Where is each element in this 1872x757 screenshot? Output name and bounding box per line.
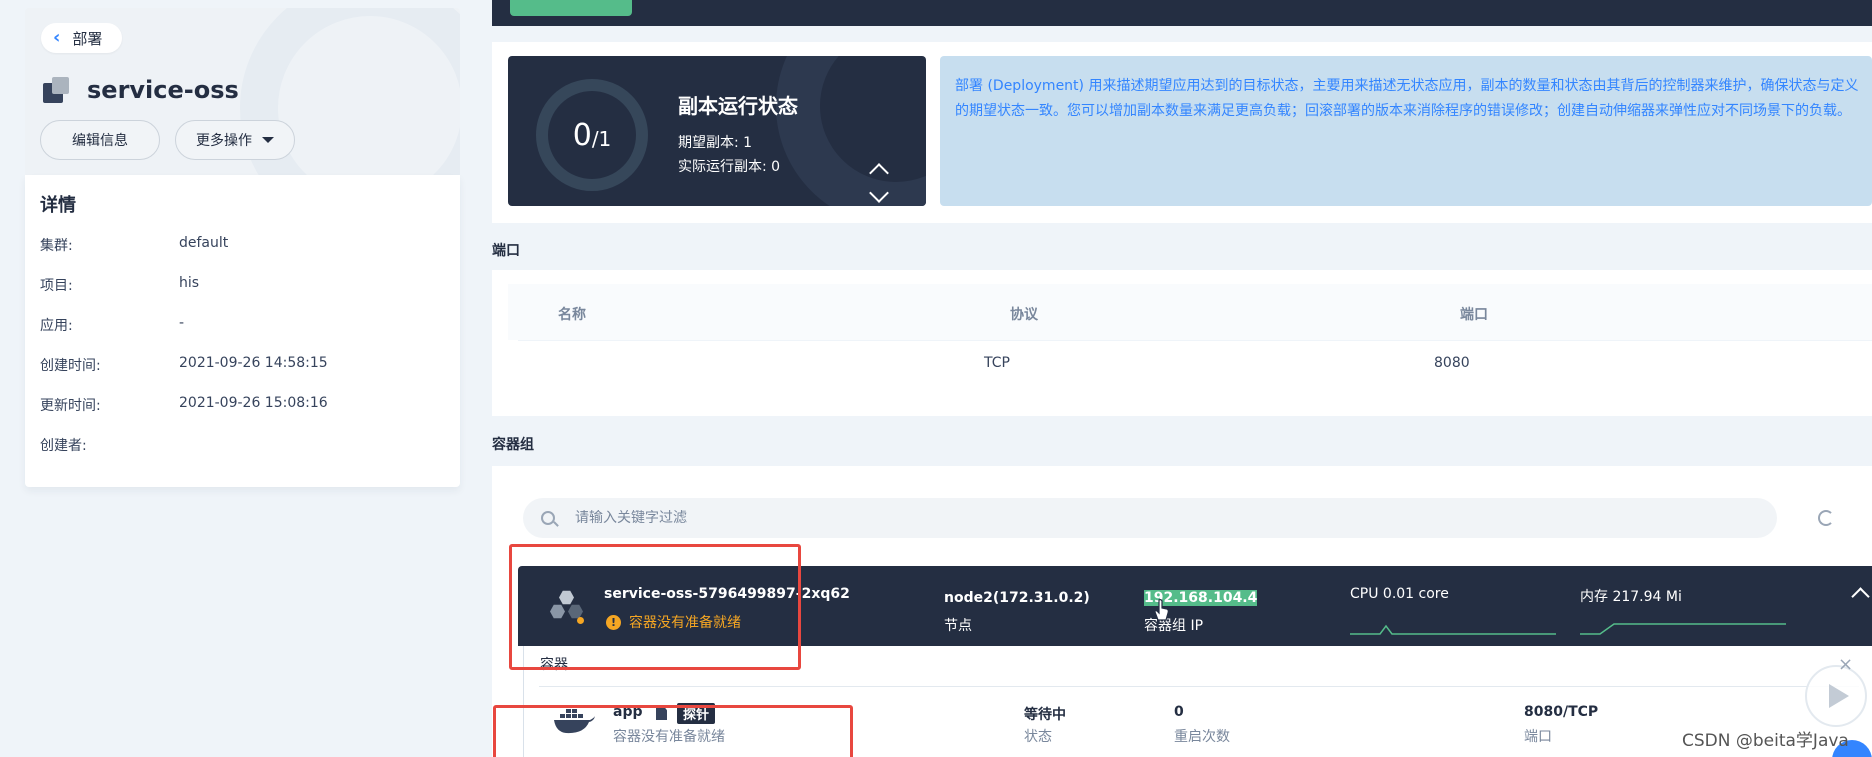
more-actions-button[interactable]: 更多操作 [175, 120, 295, 160]
cpu-sparkline [1350, 624, 1556, 635]
detail-value: - [179, 315, 185, 331]
table-row: TCP 8080 [518, 340, 1872, 386]
detail-row-updated: 更新时间: 2021-09-26 15:08:16 [40, 395, 328, 415]
tab-resource-status[interactable] [510, 0, 632, 16]
divider [539, 686, 1859, 687]
close-icon[interactable]: × [1838, 654, 1853, 675]
edit-info-button[interactable]: 编辑信息 [40, 120, 160, 160]
replica-current: 0 [572, 117, 592, 153]
detail-key: 创建时间: [40, 358, 101, 374]
container-port: 8080/TCP [1524, 704, 1599, 720]
pod-cpu: CPU 0.01 core [1350, 586, 1449, 602]
pod-ip-label: 容器组 IP [1144, 618, 1204, 634]
pod-memory: 内存 217.94 Mi [1580, 589, 1682, 605]
detail-row-creator: 创建者: [40, 435, 179, 455]
edit-info-label: 编辑信息 [72, 133, 128, 149]
details-title: 详情 [40, 195, 76, 216]
back-to-deployments-button[interactable]: ‹ 部署 [41, 23, 123, 53]
back-label: 部署 [72, 29, 103, 48]
pod-search-bar[interactable] [523, 498, 1777, 538]
ports-section: 名称 协议 端口 TCP 8080 [492, 270, 1872, 416]
chevron-up-icon[interactable] [1851, 587, 1870, 606]
container-restarts-label: 重启次数 [1174, 729, 1230, 745]
col-header-port: 端口 [1460, 307, 1488, 323]
pod-node-label: 节点 [944, 618, 972, 634]
col-header-name: 名称 [558, 307, 586, 323]
detail-value: his [179, 275, 200, 291]
deployment-header-card: ‹ 部署 service-oss 编辑信息 更多操作 [25, 8, 460, 175]
deployment-info-box: 部署 (Deployment) 用来描述期望应用达到的目标状态，主要用来描述无状… [940, 56, 1872, 206]
container-restarts: 0 [1174, 704, 1184, 720]
pod-search-input[interactable] [575, 510, 1375, 526]
more-actions-label: 更多操作 [196, 133, 252, 149]
detail-row-created: 创建时间: 2021-09-26 14:58:15 [40, 355, 328, 375]
container-state: 等待中 [1024, 707, 1066, 723]
replica-status-card: 0 /1 副本运行状态 期望副本: 1 实际运行副本: 0 [508, 56, 926, 206]
decorative-circle [776, 56, 926, 206]
pod-node: node2(172.31.0.2) [944, 590, 1090, 606]
refresh-icon[interactable] [1818, 510, 1834, 526]
detail-value: 2021-09-26 14:58:15 [179, 355, 328, 371]
ports-section-title: 端口 [492, 243, 520, 259]
status-section: 0 /1 副本运行状态 期望副本: 1 实际运行副本: 0 部署 (Deploy… [492, 42, 1872, 223]
detail-row-project: 项目: his [40, 275, 199, 295]
video-play-button[interactable] [1805, 665, 1867, 727]
details-card: 详情 集群: default 项目: his 应用: - 创建时间: 2021-… [25, 175, 460, 487]
container-state-label: 状态 [1024, 729, 1052, 745]
hand-cursor-icon [1154, 599, 1169, 621]
detail-key: 项目: [40, 278, 73, 294]
detail-key: 创建者: [40, 438, 87, 454]
annotation-box-container [493, 705, 853, 757]
port-number: 8080 [1434, 355, 1470, 371]
annotation-box-pod [509, 544, 801, 670]
search-icon [541, 511, 555, 525]
detail-row-cluster: 集群: default [40, 235, 228, 255]
desired-replicas: 期望副本: 1 [678, 135, 753, 151]
ports-table-header: 名称 协议 端口 [508, 284, 1872, 340]
tab-bar [492, 0, 1872, 26]
page-title: service-oss [43, 76, 239, 104]
pods-section-title: 容器组 [492, 437, 534, 453]
caret-down-icon [262, 137, 274, 143]
replica-ring: 0 /1 [536, 79, 648, 191]
detail-key: 应用: [40, 318, 73, 334]
port-protocol: TCP [984, 355, 1010, 371]
actual-replicas: 实际运行副本: 0 [678, 159, 781, 175]
detail-key: 集群: [40, 238, 73, 254]
detail-row-app: 应用: - [40, 315, 184, 335]
replica-total: /1 [591, 127, 612, 151]
watermark: CSDN @beita学Java [1682, 731, 1849, 751]
memory-sparkline [1580, 623, 1786, 635]
chevron-left-icon: ‹ [53, 27, 61, 48]
replica-status-title: 副本运行状态 [678, 94, 798, 118]
detail-value: 2021-09-26 15:08:16 [179, 395, 328, 411]
container-port-label: 端口 [1524, 729, 1552, 745]
col-header-protocol: 协议 [1010, 307, 1038, 323]
service-name: service-oss [87, 76, 239, 104]
detail-key: 更新时间: [40, 398, 101, 414]
detail-value: default [179, 235, 229, 251]
deployment-icon [43, 77, 71, 103]
deployment-info-text: 部署 (Deployment) 用来描述期望应用达到的目标状态，主要用来描述无状… [955, 78, 1859, 119]
play-icon [1829, 684, 1849, 708]
